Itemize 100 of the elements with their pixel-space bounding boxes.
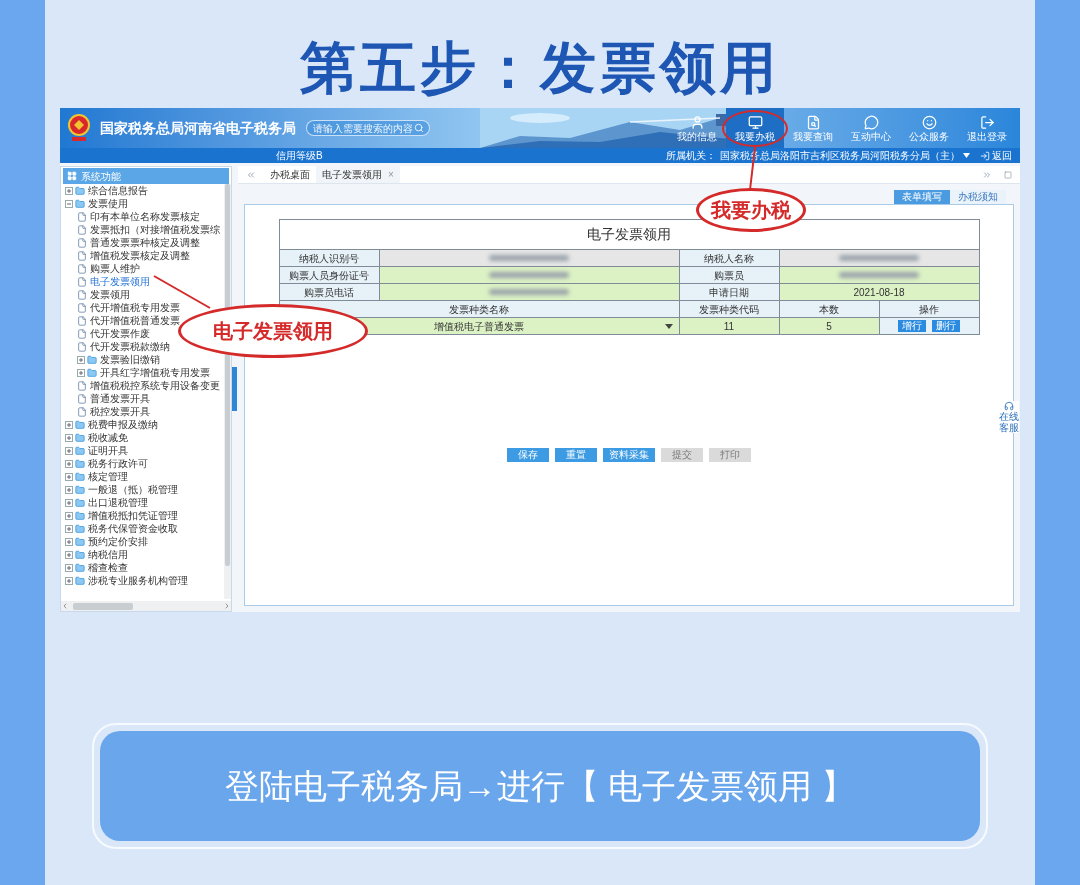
return-icon[interactable]: [980, 150, 990, 161]
expand-toggle-icon[interactable]: [77, 368, 85, 377]
tree-item[interactable]: 纳税信用: [87, 548, 129, 561]
file-icon: [77, 237, 87, 248]
scroll-left-icon[interactable]: [61, 602, 69, 610]
column-header: 发票种类名称: [279, 301, 680, 318]
tree-item[interactable]: 税收减免: [87, 431, 129, 444]
page-title: 第五步：发票领用: [300, 35, 780, 101]
file-icon: [77, 263, 87, 274]
folder-icon: [87, 367, 97, 378]
nav-button[interactable]: 我的信息: [668, 108, 726, 148]
folder-icon: [75, 185, 85, 196]
expand-toggle-icon[interactable]: [65, 576, 73, 585]
tree-item[interactable]: 发票领用: [89, 288, 131, 301]
expand-toggle-icon[interactable]: [65, 472, 73, 481]
tree-item[interactable]: 发票使用: [87, 197, 129, 210]
tree-item[interactable]: 证明开具: [87, 444, 129, 457]
folder-icon: [75, 471, 85, 482]
caret-icon: [664, 323, 673, 329]
tree-item[interactable]: 稽查检查: [87, 561, 129, 574]
tree-item[interactable]: 税务行政许可: [87, 457, 149, 470]
tree-item[interactable]: 涉税专业服务机构管理: [87, 574, 189, 587]
online-service[interactable]: 在线客服: [999, 401, 1019, 433]
expand-toggle-icon[interactable]: [65, 186, 73, 195]
field-label: 申请日期: [679, 284, 780, 301]
row-action-button[interactable]: 删行: [932, 320, 960, 332]
folder-icon: [75, 575, 85, 586]
page-tab[interactable]: 电子发票领用 ×: [316, 166, 400, 183]
scroll-right-icon[interactable]: [223, 602, 231, 610]
expand-toggle-icon[interactable]: [77, 355, 85, 364]
site-title: 国家税务总局河南省电子税务局: [100, 118, 296, 138]
expand-toggle-icon[interactable]: [65, 433, 73, 442]
grid-icon: [67, 171, 77, 181]
tree-item[interactable]: 普通发票开具: [89, 392, 151, 405]
tree-item[interactable]: 增值税抵扣凭证管理: [87, 509, 179, 522]
search-field[interactable]: 请输入需要搜索的内容: [306, 120, 430, 136]
expand-toggle-icon[interactable]: [65, 485, 73, 494]
back-link[interactable]: 返回: [992, 148, 1012, 163]
tree-item[interactable]: 税费申报及缴纳: [87, 418, 159, 431]
tree-item[interactable]: 开具红字增值税专用发票: [99, 366, 211, 379]
tree-item[interactable]: 普通发票票种核定及调整: [89, 236, 201, 249]
expand-toggle-icon[interactable]: [65, 459, 73, 468]
folder-icon: [75, 419, 85, 430]
field-label: 购票人员身份证号: [279, 267, 380, 284]
expand-toggle-icon[interactable]: [65, 550, 73, 559]
tree-item[interactable]: 税控发票开具: [89, 405, 151, 418]
emblem-icon: [66, 113, 92, 143]
folder-icon: [75, 549, 85, 560]
expand-toggle-icon[interactable]: [65, 498, 73, 507]
tree-item[interactable]: 代开发票税款缴纳: [89, 340, 171, 353]
person-icon: [689, 114, 705, 130]
table-cell: 11: [679, 318, 780, 335]
expand-toggle-icon[interactable]: [65, 446, 73, 455]
folder-icon: [75, 510, 85, 521]
field-label: 购票员: [679, 267, 780, 284]
field-label: 纳税人识别号: [279, 250, 380, 267]
file-icon: [77, 406, 87, 417]
collapse-handle[interactable]: [232, 367, 237, 411]
search-icon[interactable]: [414, 123, 424, 133]
tree-item[interactable]: 代开发票作废: [89, 327, 151, 340]
form-tab[interactable]: 办税须知: [950, 190, 1006, 204]
tree-item[interactable]: 税务代保管资金收取: [87, 522, 179, 535]
expand-toggle-icon[interactable]: [65, 420, 73, 429]
collapse-toggle-icon[interactable]: [65, 199, 73, 208]
expand-toggle-icon[interactable]: [65, 524, 73, 533]
file-icon: [77, 328, 87, 339]
tree-item[interactable]: 代开增值税普通发票: [89, 314, 181, 327]
file-icon: [77, 211, 87, 222]
tree-item[interactable]: 增值税税控系统专用设备变更: [89, 379, 221, 392]
tree-item[interactable]: 发票验旧缴销: [99, 353, 161, 366]
row-action-button[interactable]: 增行: [898, 320, 926, 332]
file-icon: [77, 289, 87, 300]
sidebar-title: 系统功能: [81, 169, 121, 184]
tree-item[interactable]: 综合信息报告: [87, 184, 149, 197]
maximize-icon[interactable]: [1004, 170, 1012, 179]
expand-toggle-icon[interactable]: [65, 563, 73, 572]
expand-toggle-icon[interactable]: [65, 511, 73, 520]
caret-icon[interactable]: [963, 153, 970, 158]
tree-item[interactable]: 印有本单位名称发票核定: [89, 210, 201, 223]
file-icon: [77, 315, 87, 326]
folder-icon: [75, 497, 85, 508]
expand-toggle-icon[interactable]: [65, 537, 73, 546]
file-icon: [77, 393, 87, 404]
tree-item[interactable]: 代开增值税专用发票: [89, 301, 181, 314]
tree-item[interactable]: 核定管理: [87, 470, 129, 483]
org-label: 所属机关：: [666, 149, 716, 163]
tree-item[interactable]: 电子发票领用: [89, 275, 151, 288]
tree-item[interactable]: 购票人维护: [89, 262, 141, 275]
caption: 登陆电子税务局→进行【 电子发票领用 】: [224, 765, 856, 807]
horizontal-scrollbar[interactable]: [61, 601, 231, 611]
tree-item[interactable]: 一般退（抵）税管理: [87, 483, 179, 496]
smiley-icon: [921, 114, 937, 130]
tree-item[interactable]: 发票抵扣（对接增值税发票综: [89, 223, 221, 236]
tree-item[interactable]: 出口退税管理: [87, 496, 149, 509]
tree-item[interactable]: 增值税发票核定及调整: [89, 249, 191, 262]
folder-icon: [87, 354, 97, 365]
nav-button[interactable]: 退出登录: [958, 108, 1016, 148]
file-icon: [77, 250, 87, 261]
folder-icon: [75, 432, 85, 443]
tree-item[interactable]: 预约定价安排: [87, 535, 149, 548]
